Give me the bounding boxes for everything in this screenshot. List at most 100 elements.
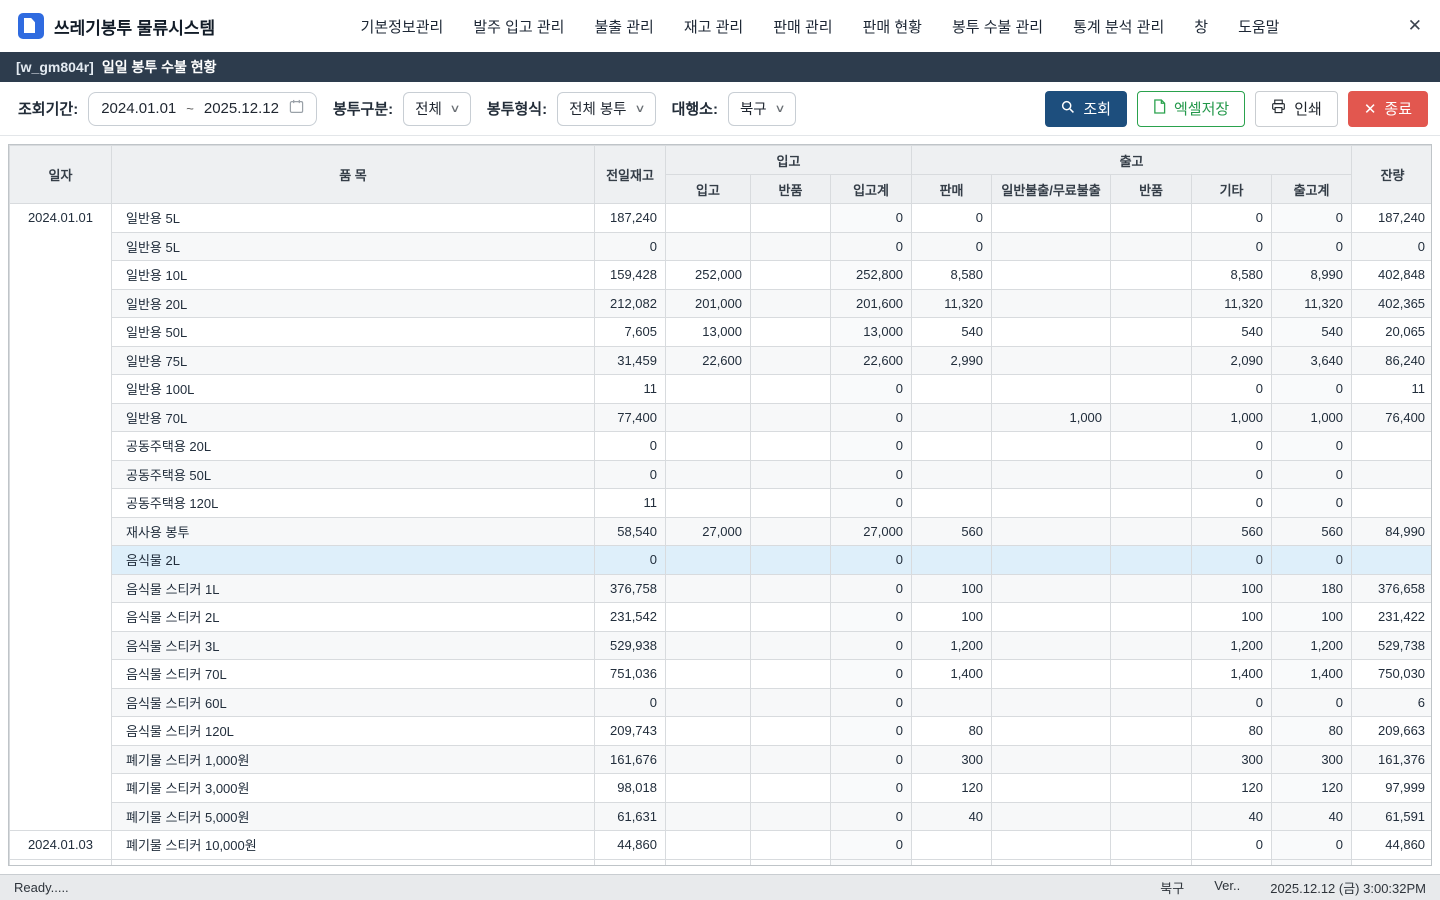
bag-type-value: 전체 xyxy=(415,98,442,119)
table-row[interactable]: 일반용 50L7,60513,00013,00054054054020,065 xyxy=(10,318,1433,347)
col-header-remaining: 잔량 xyxy=(1352,146,1432,204)
table-row[interactable]: 공동주택용 50L0000 xyxy=(10,460,1433,489)
cell-etc: 1,200 xyxy=(1192,631,1272,660)
cell-in: 252,000 xyxy=(666,261,751,290)
cell-prev: 751,036 xyxy=(595,660,666,689)
cell-out-total: 0 xyxy=(1272,688,1352,717)
cell-etc: 80 xyxy=(1192,717,1272,746)
cell-remain: 11 xyxy=(1352,375,1432,404)
date-to-value[interactable]: 2025.12.12 xyxy=(204,100,279,117)
cell-in-return xyxy=(751,802,831,831)
table-row[interactable]: 음식물 스티커 2L231,5420100100100231,422 xyxy=(10,603,1433,632)
cell-in-total: 0 xyxy=(831,403,912,432)
table-row[interactable]: 공동주택용 20L0000 xyxy=(10,432,1433,461)
grid-header: 일자 품 목 전일재고 입고 출고 잔량 입고 반품 입고계 판매 일반불출/무… xyxy=(10,146,1433,204)
cell-prev: 0 xyxy=(595,546,666,575)
cell-out-total: 3,640 xyxy=(1272,346,1352,375)
cell-in-return xyxy=(751,204,831,233)
cell-prev: 0 xyxy=(595,432,666,461)
cell-etc: 0 xyxy=(1192,432,1272,461)
table-row[interactable]: 폐기물 스티커 5,000원61,631040404061,591 xyxy=(10,802,1433,831)
table-row[interactable]: 일반용 100L1100011 xyxy=(10,375,1433,404)
menu-item[interactable]: 재고 관리 xyxy=(684,16,743,37)
cell-prev: 376,758 xyxy=(595,574,666,603)
menu: 기본정보관리 발주 입고 관리 불출 관리 재고 관리 판매 관리 판매 현황 봉투 수불 … xyxy=(248,16,1392,37)
menu-item[interactable]: 기본정보관리 xyxy=(361,16,444,37)
cell-item: 폐기물 스티커 10,000원 xyxy=(112,831,595,860)
cell-prev: 7,605 xyxy=(595,318,666,347)
cell-item: 음식물 스티커 60L xyxy=(112,688,595,717)
cell-in xyxy=(666,631,751,660)
cell-in-return xyxy=(751,546,831,575)
cell-out-total: 0 xyxy=(1272,831,1352,860)
table-row[interactable]: 음식물 스티커 1L376,7580100100180376,658 xyxy=(10,574,1433,603)
bag-type-select[interactable]: 전체 ∨ xyxy=(403,92,471,126)
cell-in-total: 0 xyxy=(831,688,912,717)
menu-item[interactable]: 통계 분석 관리 xyxy=(1073,16,1164,37)
cell-in-return xyxy=(751,859,831,866)
excel-save-button[interactable]: 엑셀저장 xyxy=(1137,91,1245,127)
table-row[interactable]: 폐기물 스티커 1,000원161,6760300300300161,376 xyxy=(10,745,1433,774)
cell-item: 음식물 스티커 3L xyxy=(112,631,595,660)
calendar-icon[interactable] xyxy=(289,99,304,118)
date-from-value[interactable]: 2024.01.01 xyxy=(101,100,176,117)
cell-in-return xyxy=(751,631,831,660)
table-row[interactable]: 공동주택용 120L11000 xyxy=(10,489,1433,518)
table-row[interactable]: 일반용 5L000000 xyxy=(10,232,1433,261)
table-row[interactable]: 일반용 10L159,428252,000252,8008,5808,5808,… xyxy=(10,261,1433,290)
menu-item[interactable]: 판매 관리 xyxy=(773,16,832,37)
cell-out-total: 1,400 xyxy=(1272,660,1352,689)
cell-in-return xyxy=(751,261,831,290)
cell-item: 폐기물 스티커 5,000원 xyxy=(112,802,595,831)
cell-issue xyxy=(992,546,1111,575)
table-row[interactable]: 음식물 스티커 60L00006 xyxy=(10,688,1433,717)
exit-button[interactable]: ✕ 종료 xyxy=(1348,91,1428,127)
cell-in-return xyxy=(751,318,831,347)
agency-select[interactable]: 북구 ∨ xyxy=(728,92,796,126)
cell-etc: 0 xyxy=(1192,204,1272,233)
menu-item[interactable]: 봉투 수불 관리 xyxy=(952,16,1043,37)
cell-remain xyxy=(1352,859,1432,866)
cell-item: 일반용 5L xyxy=(112,232,595,261)
table-row[interactable]: 음식물 스티커 3L529,93801,2001,2001,200529,738 xyxy=(10,631,1433,660)
cell-remain: 750,030 xyxy=(1352,660,1432,689)
menu-item[interactable]: 도움말 xyxy=(1238,16,1279,37)
menu-item[interactable]: 발주 입고 관리 xyxy=(473,16,564,37)
data-grid[interactable]: 일자 품 목 전일재고 입고 출고 잔량 입고 반품 입고계 판매 일반불출/무… xyxy=(8,144,1432,866)
cell-out-total xyxy=(1272,859,1352,866)
cell-remain: 0 xyxy=(1352,232,1432,261)
bag-format-select[interactable]: 전체 봉투 ∨ xyxy=(557,92,655,126)
cell-in-total: 0 xyxy=(831,204,912,233)
table-row[interactable]: 음식물 2L0000 xyxy=(10,546,1433,575)
table-row[interactable]: 일반용 75L31,45922,60022,6002,9902,0903,640… xyxy=(10,346,1433,375)
table-row[interactable]: 일반용 20L212,082201,000201,60011,32011,320… xyxy=(10,289,1433,318)
table-row[interactable]: 2024.01.01일반용 5L187,2400000187,240 xyxy=(10,204,1433,233)
window-close-icon[interactable]: ✕ xyxy=(1392,16,1422,36)
table-row[interactable]: 음식물 스티커 120L209,7430808080209,663 xyxy=(10,717,1433,746)
table-row[interactable]: 2024.01.03폐기물 스티커 10,000원44,86000044,860 xyxy=(10,831,1433,860)
search-button[interactable]: 조회 xyxy=(1045,91,1127,127)
cell-out-return xyxy=(1111,717,1192,746)
cell-etc: 40 xyxy=(1192,802,1272,831)
table-row[interactable]: 일반용 70L77,40001,0001,0001,00076,400 xyxy=(10,403,1433,432)
menu-item[interactable]: 판매 현황 xyxy=(863,16,922,37)
table-row[interactable]: 폐기물 스티커 3,000원98,018012012012097,999 xyxy=(10,774,1433,803)
agency-label: 대행소: xyxy=(672,98,718,119)
col-header-item: 품 목 xyxy=(112,146,595,204)
col-group-outgoing: 출고 xyxy=(912,146,1352,175)
print-button[interactable]: 인쇄 xyxy=(1255,91,1338,127)
table-row[interactable] xyxy=(10,859,1433,866)
menu-item[interactable]: 불출 관리 xyxy=(594,16,653,37)
table-row[interactable]: 재사용 봉투58,54027,00027,00056056056084,990 xyxy=(10,517,1433,546)
date-range-input[interactable]: 2024.01.01 ~ 2025.12.12 xyxy=(88,92,317,126)
cell-in-total: 0 xyxy=(831,546,912,575)
cell-remain: 97,999 xyxy=(1352,774,1432,803)
cell-prev: 61,631 xyxy=(595,802,666,831)
cell-etc: 100 xyxy=(1192,603,1272,632)
cell-in xyxy=(666,403,751,432)
cell-sale: 40 xyxy=(912,802,992,831)
menu-item[interactable]: 창 xyxy=(1194,16,1208,37)
cell-etc: 0 xyxy=(1192,688,1272,717)
table-row[interactable]: 음식물 스티커 70L751,03601,4001,4001,400750,03… xyxy=(10,660,1433,689)
cell-out-return xyxy=(1111,660,1192,689)
